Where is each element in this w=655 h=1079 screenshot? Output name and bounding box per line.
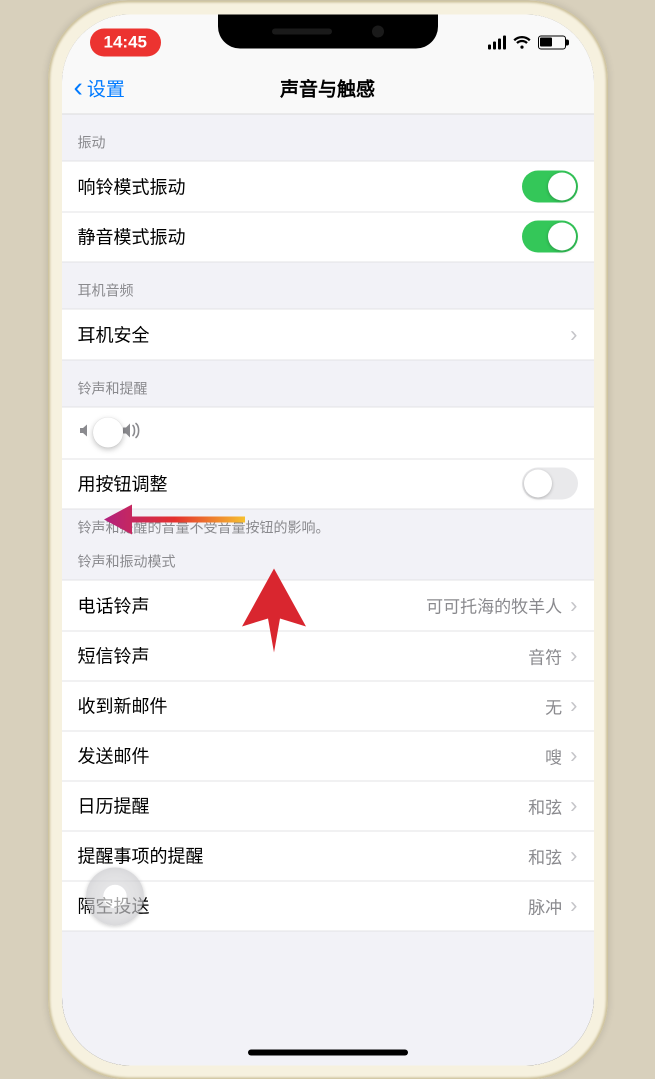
phone-bezel: 14:45 ‹ 设置 声音与触感 [62,14,594,1065]
row-ring-vibrate[interactable]: 响铃模式振动 [62,161,594,211]
row-label: 收到新邮件 [78,693,546,719]
row-label: 耳机安全 [78,321,571,347]
row-new-mail[interactable]: 收到新邮件 无 › [62,680,594,730]
slider-thumb[interactable] [93,418,123,448]
ringer-footer: 铃声和提醒的音量不受音量按钮的影响。 [62,509,594,541]
group-headphone: 耳机安全 › [62,308,594,360]
row-volume-slider [62,407,594,458]
front-camera [372,25,384,37]
row-text-tone[interactable]: 短信铃声 音符 › [62,630,594,680]
chevron-right-icon: › [570,643,577,669]
battery-icon [538,35,566,49]
row-label: 短信铃声 [78,643,529,669]
chevron-right-icon: › [570,321,577,347]
chevron-right-icon: › [570,793,577,819]
row-ringtone[interactable]: 电话铃声 可可托海的牧羊人 › [62,580,594,630]
page-title: 声音与触感 [62,74,594,101]
row-label: 隔空投送 [78,893,529,919]
group-sounds: 电话铃声 可可托海的牧羊人 › 短信铃声 音符 › 收到新邮件 无 › [62,579,594,931]
settings-list[interactable]: 振动 响铃模式振动 静音模式振动 耳机音频 耳机安全 › [62,114,594,1065]
nav-bar: ‹ 设置 声音与触感 [62,62,594,114]
row-silent-vibrate[interactable]: 静音模式振动 [62,211,594,261]
row-label: 电话铃声 [78,592,427,618]
row-calendar-alert[interactable]: 日历提醒 和弦 › [62,780,594,830]
section-header-headphone: 耳机音频 [62,262,594,308]
row-value: 和弦 [528,843,562,868]
row-change-with-buttons[interactable]: 用按钮调整 [62,458,594,508]
chevron-right-icon: › [570,743,577,769]
chevron-right-icon: › [570,592,577,618]
section-header-sounds: 铃声和振动模式 [62,541,594,579]
row-label: 提醒事项的提醒 [78,843,529,869]
status-time-recording[interactable]: 14:45 [90,28,161,56]
chevron-right-icon: › [570,893,577,919]
cellular-signal-icon [488,35,506,49]
toggle-silent-vibrate[interactable] [522,221,578,253]
screen: 14:45 ‹ 设置 声音与触感 [62,14,594,1065]
assistive-touch-button[interactable] [86,867,144,925]
row-headphone-safety[interactable]: 耳机安全 › [62,309,594,359]
row-value: 音符 [528,643,562,668]
row-value: 嗖 [545,743,562,768]
row-value: 可可托海的牧羊人 [426,593,562,618]
phone-frame: 14:45 ‹ 设置 声音与触感 [48,0,608,1079]
row-reminder-alert[interactable]: 提醒事项的提醒 和弦 › [62,830,594,880]
chevron-right-icon: › [570,843,577,869]
row-value: 和弦 [528,793,562,818]
row-value: 脉冲 [528,893,562,918]
row-label: 日历提醒 [78,793,529,819]
wifi-icon [513,35,531,49]
row-label: 用按钮调整 [78,471,522,497]
section-header-ringer: 铃声和提醒 [62,360,594,406]
home-indicator[interactable] [248,1049,408,1055]
toggle-ring-vibrate[interactable] [522,170,578,202]
group-ringer: 用按钮调整 [62,406,594,509]
row-label: 发送邮件 [78,743,546,769]
volume-high-icon [122,421,144,444]
volume-slider[interactable] [78,421,144,444]
earpiece [272,28,332,34]
volume-low-icon [78,422,94,443]
status-icons [488,35,566,49]
row-sent-mail[interactable]: 发送邮件 嗖 › [62,730,594,780]
toggle-change-with-buttons[interactable] [522,468,578,500]
group-vibrate: 响铃模式振动 静音模式振动 [62,160,594,262]
notch [218,14,438,48]
row-label: 静音模式振动 [78,224,522,250]
chevron-right-icon: › [570,693,577,719]
section-header-vibrate: 振动 [62,114,594,160]
row-value: 无 [545,693,562,718]
row-label: 响铃模式振动 [78,173,522,199]
